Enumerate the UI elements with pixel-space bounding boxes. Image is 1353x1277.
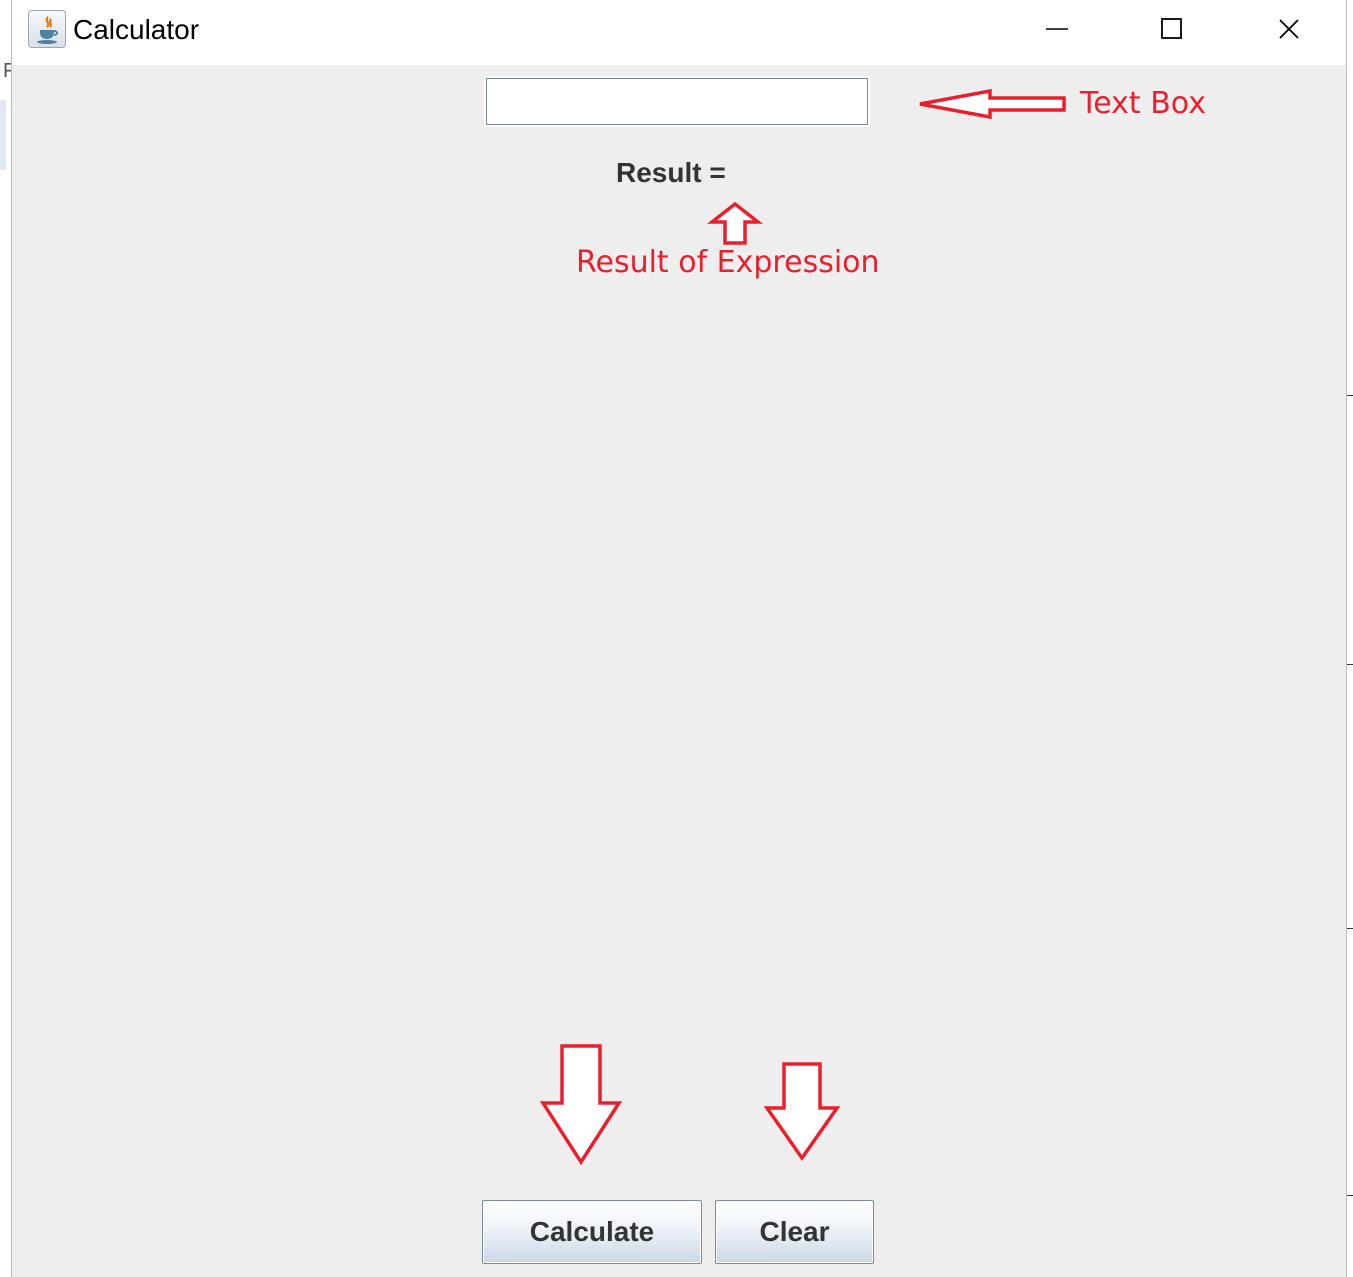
annotation-arrow-up-icon <box>706 201 764 245</box>
annotation-arrow-down-icon <box>763 1062 841 1162</box>
background-window-right <box>1347 0 1353 1277</box>
title-bar[interactable]: Calculator <box>12 0 1346 65</box>
background-divider <box>1347 928 1353 929</box>
background-divider <box>1347 1195 1353 1196</box>
calculator-window: Calculator Result = Text Box Result of E… <box>11 0 1347 1277</box>
background-strip <box>0 100 6 170</box>
annotation-arrow-down-icon <box>539 1044 623 1166</box>
screen: F Calculator Result = Text Box Result of… <box>0 0 1353 1277</box>
result-label: Result = <box>616 157 726 188</box>
annotation-text-box-label: Text Box <box>1080 86 1206 121</box>
calculate-button[interactable]: Calculate <box>482 1200 702 1264</box>
expression-input[interactable] <box>486 78 868 125</box>
maximize-button[interactable] <box>1143 0 1201 58</box>
minimize-button[interactable] <box>1028 0 1086 58</box>
maximize-icon <box>1161 18 1182 39</box>
clear-button[interactable]: Clear <box>715 1200 874 1264</box>
close-button[interactable] <box>1260 0 1318 58</box>
background-window-left: F <box>0 0 15 1277</box>
minimize-icon <box>1046 28 1068 30</box>
java-cup-icon <box>28 10 66 48</box>
close-icon <box>1279 19 1299 39</box>
background-divider <box>1347 664 1353 665</box>
annotation-result-label: Result of Expression <box>576 245 880 280</box>
window-title: Calculator <box>73 14 200 45</box>
background-divider <box>1347 395 1353 396</box>
annotation-arrow-left-icon <box>919 88 1066 120</box>
